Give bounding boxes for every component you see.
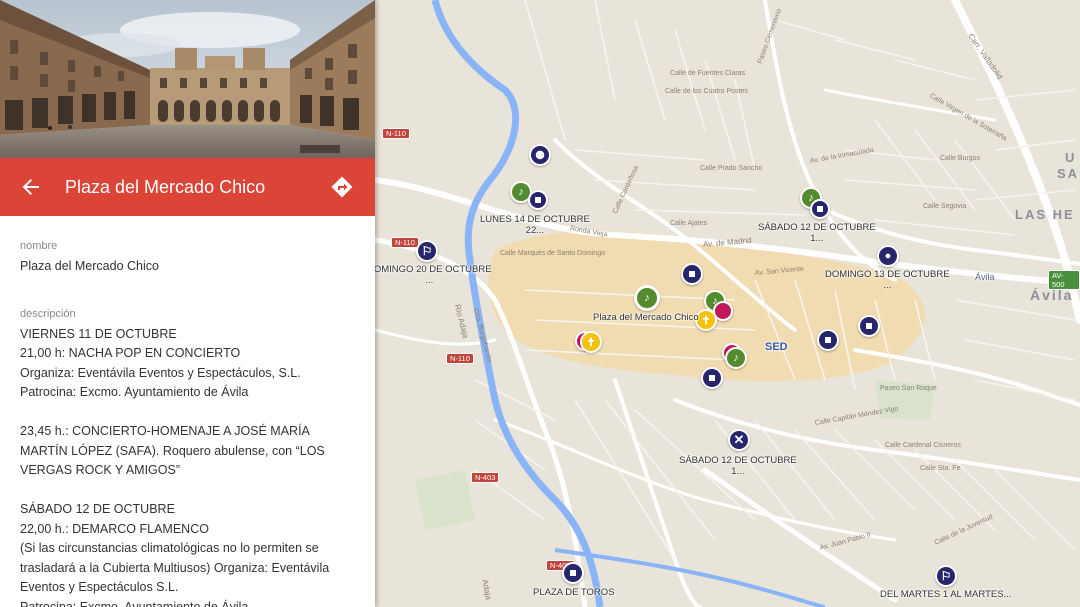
road-shield-n110: N-110 xyxy=(382,128,410,139)
music-note-icon: ♪ xyxy=(644,292,650,304)
square-icon xyxy=(570,570,576,576)
animal-icon: ● xyxy=(884,250,892,262)
marker-venue[interactable] xyxy=(528,190,548,210)
street-label: Calle Segovia xyxy=(923,203,967,210)
place-label-las-he: LAS HE xyxy=(1015,207,1075,222)
place-label-sa: SA xyxy=(1057,166,1080,181)
back-button[interactable] xyxy=(18,174,44,200)
marker-people[interactable]: ⚉ xyxy=(529,144,551,166)
place-detail-panel: Plaza del Mercado Chico nombre Plaza del… xyxy=(0,0,375,607)
app: Plaza del Mercado Chico nombre Plaza del… xyxy=(0,0,1080,607)
marker-venue[interactable] xyxy=(858,315,880,337)
description-line: MARTÍN LÓPEZ (SAFA). Roquero abulense, c… xyxy=(20,443,325,458)
directions-button[interactable] xyxy=(330,175,354,199)
square-icon xyxy=(825,337,831,343)
street-label: Paseo San Roque xyxy=(880,385,937,392)
marker-label-sabado12-top: SÁBADO 12 DE OCTUBRE 1... xyxy=(758,222,876,244)
description-line: VERGAS ROCK Y AMIGOS” xyxy=(20,463,180,477)
description-label: descripción xyxy=(20,307,76,320)
square-icon xyxy=(709,375,715,381)
cross-icon: ✝ xyxy=(701,314,711,327)
cross-icon: ✝ xyxy=(586,336,596,349)
marker-label-domingo20: DOMINGO 20 DE OCTUBRE ... xyxy=(375,264,492,286)
place-label-u: U xyxy=(1065,150,1077,165)
marker-venue[interactable] xyxy=(701,367,723,389)
street-label: Calle Ajates xyxy=(670,220,707,227)
marker-label-domingo13-text: DOMINGO 13 DE OCTUBRE ... xyxy=(825,269,950,291)
marker-venue[interactable] xyxy=(562,562,584,584)
square-icon xyxy=(866,323,872,329)
name-value: Plaza del Mercado Chico xyxy=(20,259,159,273)
place-details: nombre Plaza del Mercado Chico descripci… xyxy=(20,240,360,607)
marker-label-domingo13: DOMINGO 13 DE OCTUBRE ... xyxy=(825,269,950,291)
runner-icon: ⚐ xyxy=(940,569,952,583)
place-label-avila: Ávila xyxy=(975,272,995,282)
park-area xyxy=(415,470,475,530)
marker-sport[interactable]: ⚐ xyxy=(935,565,957,587)
place-photo[interactable] xyxy=(0,0,375,158)
marker-label-sabado12-bottom: SÁBADO 12 DE OCTUBRE 1... xyxy=(679,455,797,477)
marker-sport[interactable]: ⚐ xyxy=(416,240,438,262)
description-text: VIERNES 11 DE OCTUBRE 21,00 h: NACHA POP… xyxy=(20,325,360,607)
directions-icon xyxy=(331,176,353,198)
description-line: trasladará a la Cubierta Multiusos) Orga… xyxy=(20,560,330,575)
road-shield-n110: N-110 xyxy=(446,353,474,364)
marker-venue[interactable] xyxy=(810,199,830,219)
marker-venue[interactable] xyxy=(681,263,703,285)
description-line: SÁBADO 12 DE OCTUBRE xyxy=(20,502,175,516)
street-label: Calle Marqués de Santo Domingo xyxy=(500,250,606,257)
marker-venue[interactable] xyxy=(817,329,839,351)
description-line: Patrocina: Excmo. Ayuntamiento de Ávila xyxy=(20,599,249,607)
marker-label-lunes-text: LUNES 14 DE OCTUBRE 22... xyxy=(480,214,590,236)
road-shield-av500: AV-500 xyxy=(1048,270,1080,290)
street-label: Calle Sta. Fe xyxy=(920,465,961,472)
marker-label-sabado12-bottom-text: SÁBADO 12 DE OCTUBRE 1... xyxy=(679,455,797,477)
marker-animal[interactable]: ● xyxy=(877,245,899,267)
sed-label: SED xyxy=(765,341,788,353)
marker-label-plaza-toros: PLAZA DE TOROS xyxy=(533,587,615,598)
place-title: Plaza del Mercado Chico xyxy=(65,177,266,197)
street-label: Calle de los Cuatro Postes xyxy=(665,88,748,95)
description-line: 23,45 h.: CONCIERTO-HOMENAJE A JOSÉ MARÍ… xyxy=(20,424,310,438)
marker-label-plaza: Plaza del Mercado Chico xyxy=(593,312,699,323)
music-note-icon: ♪ xyxy=(518,186,524,198)
description-line: Organiza: Eventávila Eventos y Espectácu… xyxy=(20,365,301,380)
marker-label-del-martes: DEL MARTES 1 AL MARTES... xyxy=(880,589,1012,600)
road-shield-n110: N-110 xyxy=(391,237,419,248)
marker-music-selected[interactable]: ♪ xyxy=(634,285,660,311)
square-icon xyxy=(817,206,823,212)
arrow-back-icon xyxy=(22,179,39,195)
marker-label-domingo20-text: DOMINGO 20 DE OCTUBRE ... xyxy=(375,264,492,286)
title-bar: Plaza del Mercado Chico xyxy=(0,158,375,216)
description-line: Patrocina: Excmo. Ayuntamiento de Ávila xyxy=(20,385,249,399)
marker-label-sabado12-top-text: SÁBADO 12 DE OCTUBRE 1... xyxy=(758,222,876,244)
description-line: 21,00 h: NACHA POP EN CONCIERTO xyxy=(20,346,241,360)
street-label: Calle Burgos xyxy=(940,155,981,162)
street-label: Calle Cardenal Cisneros xyxy=(885,442,961,449)
runner-icon: ⚐ xyxy=(421,244,433,258)
map-canvas[interactable]: LAS HE SA U Ávila Ávila SED N-110 N-110 … xyxy=(375,0,1080,607)
description-line: VIERNES 11 DE OCTUBRE xyxy=(20,326,177,341)
street-label: Calle de Fuentes Claras xyxy=(670,70,746,77)
marker-religious[interactable]: ✝ xyxy=(580,331,602,353)
square-icon xyxy=(535,197,541,203)
description-line: 22,00 h.: DEMARCO FLAMENCO xyxy=(20,521,209,536)
music-note-icon: ♪ xyxy=(733,352,739,364)
cutlery-icon: ✕ xyxy=(733,432,745,447)
name-label: nombre xyxy=(20,240,58,252)
marker-gastronomy[interactable]: ✕ xyxy=(728,429,750,451)
square-icon xyxy=(689,271,695,277)
road-shield-n403: N-403 xyxy=(471,472,500,483)
marker-music[interactable]: ♪ xyxy=(725,347,747,369)
people-icon: ⚉ xyxy=(535,149,545,162)
street-label: Calle Prado Sancho xyxy=(700,165,763,172)
marker-label-lunes: LUNES 14 DE OCTUBRE 22... xyxy=(480,214,590,236)
description-line: (Si las circunstancias climatológicas no… xyxy=(20,541,319,555)
description-line: Eventos y Espectáculos S.L. xyxy=(20,580,179,594)
